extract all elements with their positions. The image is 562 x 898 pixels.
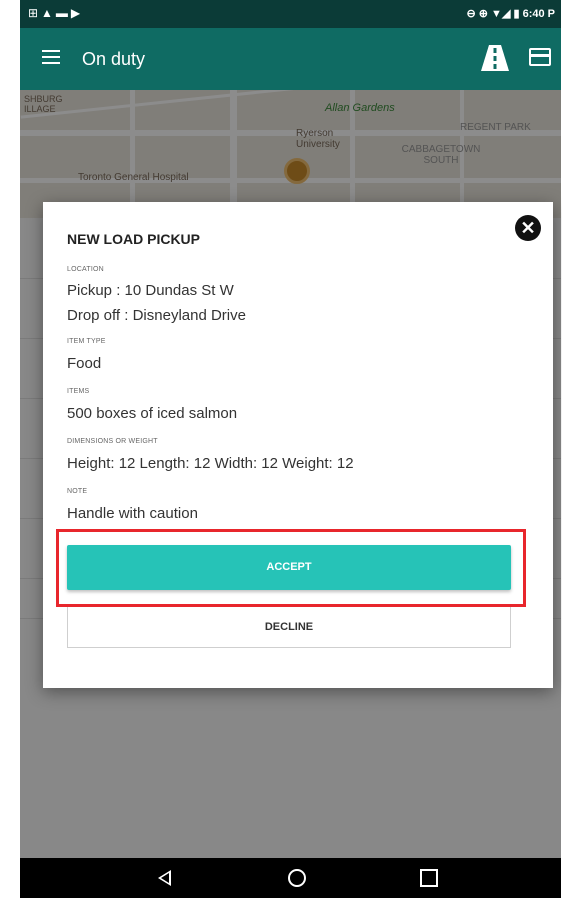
accept-highlight-box <box>56 529 526 607</box>
dimensions-value: Height: 12 Length: 12 Width: 12 Weight: … <box>67 455 354 472</box>
status-bar: ⊞▲▬▶ ⊖ ⊕ ▼◢ ▮ 6:40 P <box>20 0 561 28</box>
road-icon[interactable] <box>481 45 509 71</box>
location-label: LOCATION <box>67 266 104 273</box>
load-pickup-dialog: ✕ NEW LOAD PICKUP LOCATION Pickup : 10 D… <box>43 202 553 688</box>
dropoff-value: Drop off : Disneyland Drive <box>67 307 246 324</box>
item-type-value: Food <box>67 355 102 372</box>
items-label: ITEMS <box>67 388 90 395</box>
dialog-title: NEW LOAD PICKUP <box>67 231 200 247</box>
dimensions-label: DIMENSIONS OR WEIGHT <box>67 438 158 445</box>
menu-icon[interactable] <box>42 50 60 64</box>
recent-apps-icon[interactable] <box>420 869 438 887</box>
home-icon[interactable] <box>288 869 306 887</box>
notification-icons: ⊞▲▬▶ <box>28 6 84 20</box>
signal-icons: ⊖ ⊕ ▼◢ ▮ <box>466 8 523 20</box>
note-label: NOTE <box>67 488 88 495</box>
close-icon[interactable]: ✕ <box>515 215 541 241</box>
item-type-label: ITEM TYPE <box>67 338 106 345</box>
card-icon[interactable] <box>529 48 551 66</box>
app-bar: On duty <box>20 28 561 90</box>
app-title: On duty <box>82 49 146 69</box>
items-value: 500 boxes of iced salmon <box>67 405 238 422</box>
system-nav-bar <box>20 858 561 898</box>
note-value: Handle with caution <box>67 505 198 522</box>
pickup-value: Pickup : 10 Dundas St W <box>67 282 234 299</box>
status-time: ⊖ ⊕ ▼◢ ▮ 6:40 P <box>466 8 555 20</box>
decline-button[interactable]: DECLINE <box>67 606 511 648</box>
back-icon[interactable] <box>158 870 171 886</box>
